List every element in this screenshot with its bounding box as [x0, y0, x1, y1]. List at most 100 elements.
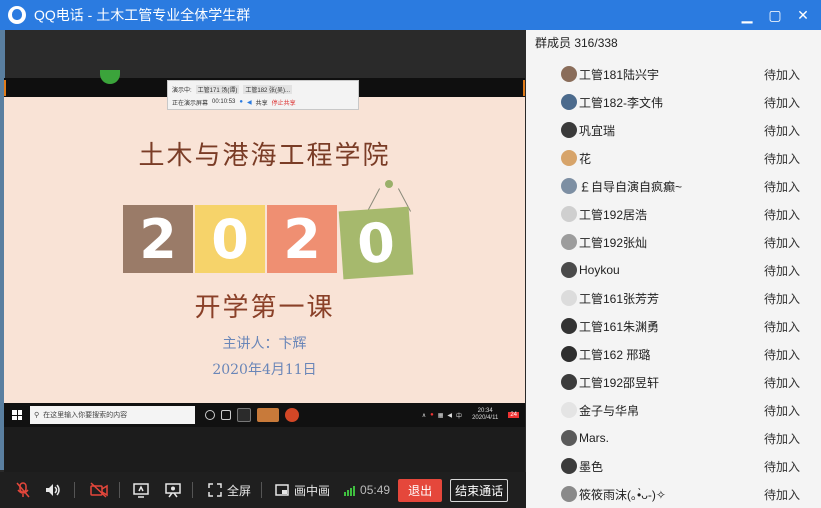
member-row[interactable]: 筱筱雨沫(｡•̀ᴗ-)✧ 待加入 [526, 480, 821, 508]
member-name: 工管192张灿 [579, 235, 648, 250]
member-row[interactable]: 花 待加入 [526, 144, 821, 172]
viewer-chip[interactable]: 工管182 张(吴)... [243, 84, 293, 94]
pip-button[interactable]: 画中画 [274, 482, 330, 499]
hang-pin [385, 180, 393, 188]
member-row[interactable]: 工管161朱渊勇 待加入 [526, 312, 821, 340]
volume-icon[interactable]: ◀ [447, 412, 452, 419]
mic-mute-icon[interactable] [14, 481, 32, 499]
slide-title: 土木与港海工程学院 [138, 141, 391, 171]
clock-time: 20:34 [477, 408, 493, 414]
ime-icon[interactable]: 中 [456, 411, 462, 420]
viewer-chip[interactable]: 工管171 汤(谭) [195, 84, 240, 94]
member-status: 待加入 [764, 291, 801, 306]
member-name: Mars. [579, 431, 609, 445]
member-status: 待加入 [764, 347, 801, 362]
presentation-icon[interactable] [164, 481, 182, 499]
member-row[interactable]: 工管162 邢璐 待加入 [526, 340, 821, 368]
member-name: 工管182-李文伟 [579, 95, 664, 110]
avatar [561, 66, 577, 82]
signal-bar [347, 490, 350, 496]
qq-logo-icon [8, 6, 26, 24]
speaker-icon[interactable] [44, 481, 62, 499]
powerpoint-icon[interactable] [285, 408, 299, 422]
network-icon[interactable]: ▦ [438, 412, 444, 419]
avatar [561, 234, 577, 250]
sharing-status: 正在演示屏幕 [172, 100, 209, 107]
member-row[interactable]: 工管192居浩 待加入 [526, 200, 821, 228]
quit-button[interactable]: 退出 [398, 478, 443, 502]
avatar [561, 262, 577, 278]
member-panel: 群成员 316/338 工管181陆兴宇 待加入 工管182-李文伟 待加入 巩宜瑞 待加… [526, 30, 821, 508]
member-status: 待加入 [764, 179, 801, 194]
avatar [561, 122, 577, 138]
window-controls: ▁ ▢ ✕ [733, 0, 817, 30]
share-border-left [4, 80, 6, 96]
member-row[interactable]: 工管161张芳芳 待加入 [526, 284, 821, 312]
member-status: 待加入 [764, 319, 801, 334]
notification-badge[interactable]: 24 [508, 412, 519, 418]
member-name: 金子与华帛 [579, 403, 640, 418]
shared-slide: 土木与港海工程学院 2 0 2 0 开学第一课 主讲人：卞辉 2020年4月11… [4, 97, 525, 403]
slide-date: 2020年4月11日 [212, 362, 317, 378]
member-status: 待加入 [764, 151, 801, 166]
avatar [561, 402, 577, 418]
member-row[interactable]: 工管192邵昱轩 待加入 [526, 368, 821, 396]
camera-off-icon[interactable] [89, 481, 109, 499]
screen-share-toolbar: 演示中: 工管171 汤(谭) 工管182 张(吴)... 正在演示屏幕 00:… [167, 80, 359, 110]
windows-start-icon[interactable] [12, 410, 22, 420]
cortana-icon[interactable] [205, 410, 215, 420]
speaker-icon[interactable]: ◀ [247, 99, 252, 106]
signal-bar [353, 486, 356, 496]
member-row[interactable]: 巩宜瑞 待加入 [526, 116, 821, 144]
taskbar-search[interactable]: ⚲ 在这里输入你要搜索的内容 [30, 406, 195, 424]
tray-chevron-icon[interactable]: ∧ [422, 412, 426, 419]
end-call-button[interactable]: 结束通话 [450, 478, 509, 502]
member-row[interactable]: 工管181陆兴宇 待加入 [526, 60, 821, 88]
qq-taskbar-icon[interactable] [257, 408, 279, 422]
call-control-bar: 全屏 画中画 05:49 退出 结束通话 [0, 472, 526, 508]
member-row[interactable]: ￡自导自演自疯癫~ 待加入 [526, 172, 821, 200]
member-status: 待加入 [764, 207, 801, 222]
member-name: 筱筱雨沫(｡•̀ᴗ-)✧ [579, 487, 666, 502]
share-timer: 00:10:53 [212, 99, 236, 105]
divider [74, 482, 75, 498]
screen-share-icon[interactable] [132, 481, 150, 499]
member-count-header: 群成员 316/338 [535, 36, 618, 50]
call-duration: 05:49 [360, 483, 391, 497]
app-icon[interactable] [237, 408, 251, 422]
share-action[interactable]: 共享 [256, 98, 268, 107]
windows-taskbar: ⚲ 在这里输入你要搜索的内容 ∧ ● ▦ ◀ 中 20:34 2020/4/11… [4, 403, 525, 427]
member-name: 墨色 [579, 459, 604, 474]
member-status: 待加入 [764, 95, 801, 110]
tray-app-icon[interactable]: ● [430, 412, 434, 418]
member-row[interactable]: 金子与华帛 待加入 [526, 396, 821, 424]
restore-button[interactable]: ▢ [761, 0, 789, 30]
member-status: 待加入 [764, 375, 801, 390]
taskbar-clock[interactable]: 20:34 2020/4/11 [472, 408, 498, 422]
mic-icon[interactable]: ● [239, 99, 243, 105]
member-name: 工管181陆兴宇 [579, 67, 660, 82]
member-row[interactable]: Mars. 待加入 [526, 424, 821, 452]
signal-strength-icon [344, 484, 356, 496]
minimize-button[interactable]: ▁ [733, 0, 761, 30]
member-name: 工管161张芳芳 [579, 291, 660, 306]
member-row[interactable]: 工管192张灿 待加入 [526, 228, 821, 256]
window-title: QQ电话 - 土木工管专业全体学生群 [34, 7, 251, 23]
fullscreen-icon [208, 483, 222, 497]
member-name: 工管192居浩 [579, 207, 648, 222]
member-row[interactable]: 墨色 待加入 [526, 452, 821, 480]
member-status: 待加入 [764, 67, 801, 82]
member-row[interactable]: Hoykou 待加入 [526, 256, 821, 284]
fullscreen-button[interactable]: 全屏 [207, 482, 251, 499]
close-button[interactable]: ✕ [789, 0, 817, 30]
system-tray: ∧ ● ▦ ◀ 中 20:34 2020/4/11 24 [422, 408, 525, 422]
signal-bar [350, 488, 353, 496]
pip-icon [275, 484, 289, 496]
member-row[interactable]: 工管182-李文伟 待加入 [526, 88, 821, 116]
pip-label: 画中画 [294, 483, 331, 498]
stop-share-button[interactable]: 停止共享 [272, 98, 296, 107]
member-status: 待加入 [764, 459, 801, 474]
mini-toolbar-row: 演示中: 工管171 汤(谭) 工管182 张(吴)... [172, 83, 293, 95]
fullscreen-label: 全屏 [227, 483, 252, 498]
task-view-icon[interactable] [221, 410, 231, 420]
